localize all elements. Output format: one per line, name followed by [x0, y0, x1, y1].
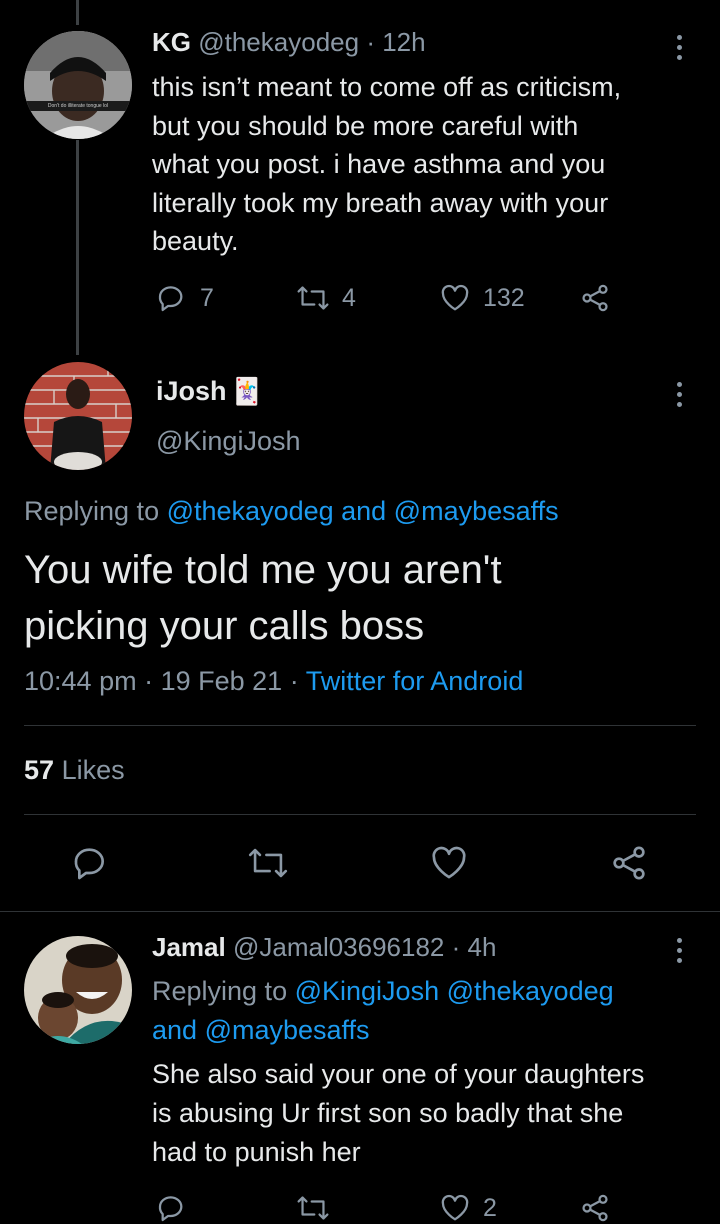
reply-display-name[interactable]: Jamal [152, 932, 226, 962]
avatar-kg[interactable]: Don't do illiterate tongue lol [24, 31, 132, 139]
meta-separator: · [289, 666, 299, 696]
reply-text-line: She also said your one of your daughters [152, 1059, 645, 1089]
main-text-line: picking your calls boss [24, 604, 425, 648]
share-icon [582, 1194, 608, 1222]
reply-retweet-button[interactable] [296, 1192, 330, 1224]
main-display-name[interactable]: iJosh [156, 376, 227, 407]
main-text-line: You wife told me you aren't [24, 548, 502, 592]
tweet1-more-icon[interactable] [677, 35, 683, 65]
tweet1-time: · 12h [366, 27, 426, 57]
main-likes-label: Likes [61, 755, 125, 785]
thread-line-bottom [76, 140, 79, 355]
main-display-name-row: iJosh 🃏 [156, 376, 263, 407]
tweet1-text-line: beauty. [152, 226, 239, 256]
reply-more-icon[interactable] [677, 938, 683, 968]
main-time: 10:44 pm [24, 666, 137, 696]
main-likes-row[interactable]: 57 Likes [24, 755, 125, 786]
reply-replying-and: and [152, 1014, 198, 1045]
main-meta: 10:44 pm · 19 Feb 21 · Twitter for Andro… [24, 666, 523, 697]
reply-icon [158, 1196, 183, 1222]
tweet1-text-line: literally took my breath away with your [152, 187, 609, 218]
reply-time: · 4h [451, 932, 497, 962]
main-reply-button[interactable] [71, 843, 111, 883]
main-handle[interactable]: @KingiJosh [156, 426, 300, 457]
share-icon [613, 846, 645, 880]
tweet1-header: KG @thekayodeg · 12h [152, 27, 426, 58]
tweet1-share-button[interactable] [579, 282, 611, 314]
reply-replying-users[interactable]: @KingiJosh @thekayodeg [295, 976, 614, 1006]
main-retweet-button[interactable] [247, 843, 289, 883]
tweet1-text-line: what you post. i have asthma and you [152, 149, 606, 179]
share-icon [582, 284, 608, 312]
reply-like-count: 2 [483, 1193, 497, 1222]
avatar-jamal[interactable] [24, 936, 132, 1044]
tweet1-retweet-button[interactable]: 4 [296, 282, 356, 314]
divider [24, 725, 696, 726]
joker-emoji-icon: 🃏 [230, 376, 263, 406]
retweet-icon [297, 286, 329, 310]
reply-reply-button[interactable] [156, 1192, 188, 1224]
main-date: 19 Feb 21 [160, 666, 283, 696]
heart-icon [441, 1194, 469, 1221]
retweet-icon [248, 848, 288, 878]
reply-text: She also said your one of your daughters… [152, 1055, 644, 1172]
reply-icon [74, 848, 104, 880]
reply-text-line: is abusing Ur first son so badly that sh… [152, 1098, 624, 1128]
main-replying-users[interactable]: @thekayodeg and @maybesaffs [167, 496, 559, 526]
main-like-button[interactable] [429, 843, 469, 883]
tweet1-handle[interactable]: @thekayodeg [198, 27, 359, 57]
tweet1-retweet-count: 4 [342, 283, 356, 312]
tweet1-reply-button[interactable]: 7 [156, 282, 214, 314]
reply-handle[interactable]: @Jamal03696182 [233, 932, 444, 962]
tweet1-text: this isn’t meant to come off as criticis… [152, 68, 621, 261]
main-replying-prefix: Replying to [24, 496, 160, 526]
divider [24, 814, 696, 815]
reply-icon [158, 286, 183, 312]
avatar-caption: Don't do illiterate tongue lol [47, 103, 109, 109]
tweet1-reply-count: 7 [200, 283, 214, 312]
reply-replying-prefix: Replying to [152, 976, 288, 1006]
reply-header: Jamal @Jamal03696182 · 4h [152, 932, 496, 963]
reply-share-button[interactable] [579, 1192, 611, 1224]
tweet1-display-name[interactable]: KG [152, 27, 191, 57]
main-replying-to: Replying to @thekayodeg and @maybesaffs [24, 496, 559, 527]
main-share-button[interactable] [609, 843, 649, 883]
reply-replying-to: Replying to @KingiJosh @thekayodeg and @… [152, 972, 614, 1049]
tweet1-text-line: this isn’t meant to come off as criticis… [152, 72, 622, 102]
tweet1-like-count: 132 [483, 283, 525, 312]
main-source[interactable]: Twitter for Android [306, 666, 524, 696]
divider [0, 911, 720, 912]
main-tweet-text: You wife told me you aren't picking your… [24, 542, 502, 654]
reply-text-line: had to punish her [152, 1137, 361, 1167]
meta-separator: · [144, 666, 154, 696]
main-more-icon[interactable] [677, 382, 683, 412]
retweet-icon [297, 1196, 329, 1220]
avatar-ijosh[interactable] [24, 362, 132, 470]
heart-icon [441, 284, 469, 311]
reply-like-button[interactable]: 2 [439, 1192, 497, 1224]
main-likes-count: 57 [24, 755, 55, 785]
tweet1-text-line: but you should be more careful with [152, 110, 579, 141]
heart-icon [432, 846, 466, 879]
thread-line-top [76, 0, 79, 25]
tweet1-like-button[interactable]: 132 [439, 282, 525, 314]
reply-replying-user-2[interactable]: @maybesaffs [205, 1015, 370, 1045]
